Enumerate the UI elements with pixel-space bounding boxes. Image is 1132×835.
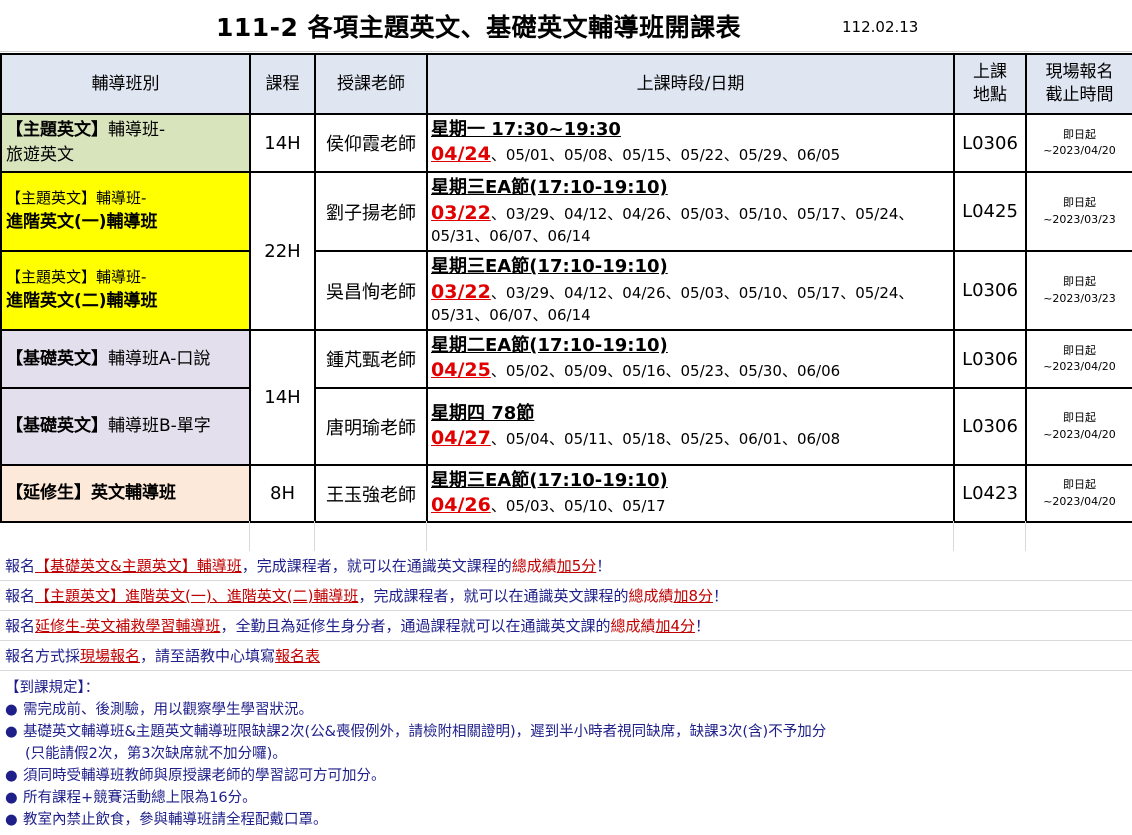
location: L0306 xyxy=(953,387,1027,466)
table-row: 【主題英文】輔導班- 進階英文(一)輔導班 22H 劉子揚老師 星期三EA節(17… xyxy=(0,171,1132,331)
deadline: 即日起 ~2023/04/20 xyxy=(1025,113,1132,173)
class-name: 【主題英文】輔導班- 進階英文(一)輔導班 xyxy=(0,171,251,252)
class-name: 【延修生】英文輔導班 xyxy=(0,464,251,523)
rule-item: ● 需完成前、後測驗，用以觀察學生學習狀況。 xyxy=(5,699,1132,721)
bullet-icon: ● xyxy=(5,768,18,784)
class-name: 【主題英文】輔導班- 旅遊英文 xyxy=(0,113,251,173)
header-location: 上課 地點 xyxy=(953,53,1027,115)
rule-item: ● 所有課程+競賽活動總上限為16分。 xyxy=(5,787,1132,809)
class-name: 【基礎英文】輔導班B-單字 xyxy=(0,387,251,466)
note-line: 報名【主題英文】進階英文(一)、進階英文(二)輔導班，完成課程者，就可以在通識英… xyxy=(0,581,1132,611)
table-row: 【主題英文】輔導班- 旅遊英文 14H 侯仰霞老師 星期一 17:30~19:30… xyxy=(0,113,1132,173)
deadline: 即日起 ~2023/04/20 xyxy=(1025,464,1132,523)
table-row: 【延修生】英文輔導班 8H 王玉強老師 星期三EA節(17:10-19:10) … xyxy=(0,464,1132,523)
table-row: 【主題英文】輔導班- 進階英文(二)輔導班 吳昌恂老師 星期三EA節(17:10-… xyxy=(0,250,1132,331)
gridline xyxy=(426,521,427,551)
schedule-cell: 星期二EA節(17:10-19:10) 04/25、05/02、05/09、05… xyxy=(426,329,955,389)
notes-section: 報名【基礎英文&主題英文】輔導班，完成課程者，就可以在通識英文課程的總成績加5分… xyxy=(0,551,1132,831)
note-line: 報名方式採現場報名，請至語教中心填寫報名表 xyxy=(0,641,1132,671)
table-row: 【基礎英文】輔導班A-口說 14H 鍾芃甄老師 星期二EA節(17:10-19:… xyxy=(0,329,1132,466)
title-bar: 111-2 各項主題英文、基礎英文輔導班開課表 112.02.13 xyxy=(0,0,1132,52)
class-name: 【主題英文】輔導班- 進階英文(二)輔導班 xyxy=(0,250,251,331)
note-line: 報名延修生-英文補救學習輔導班，全勤且為延修生身分者，通過課程就可以在通識英文課… xyxy=(0,611,1132,641)
header-schedule: 上課時段/日期 xyxy=(426,53,955,115)
teacher-name: 劉子揚老師 xyxy=(314,171,428,252)
rule-item: ● 基礎英文輔導班&主題英文輔導班限缺課2次(公&喪假例外，請檢附相關證明)，遲到… xyxy=(5,721,1132,743)
teacher-name: 吳昌恂老師 xyxy=(314,250,428,331)
rule-item: ● 教室內禁止飲食，參與輔導班請全程配戴口罩。 xyxy=(5,809,1132,831)
deadline: 即日起 ~2023/03/23 xyxy=(1025,250,1132,331)
header-class: 輔導班別 xyxy=(0,53,251,115)
schedule-table: 輔導班別 課程 授課老師 上課時段/日期 上課 地點 現場報名 截止時間 【主題英文… xyxy=(0,53,1132,523)
rule-item: ● 須同時受輔導班教師與原授課老師的學習認可方可加分。 xyxy=(5,765,1132,787)
gridline xyxy=(953,521,954,551)
bullet-icon: ● xyxy=(5,724,18,740)
bullet-icon: ● xyxy=(5,790,18,806)
teacher-name: 鍾芃甄老師 xyxy=(314,329,428,389)
course-hours: 14H xyxy=(249,113,316,173)
rule-item-continuation: (只能請假2次，第3次缺席就不加分囉)。 xyxy=(25,746,287,762)
gridline xyxy=(314,521,315,551)
bullet-icon: ● xyxy=(5,702,18,718)
location: L0425 xyxy=(953,171,1027,252)
gridline xyxy=(1025,521,1026,551)
note-line: 報名【基礎英文&主題英文】輔導班，完成課程者，就可以在通識英文課程的總成績加5分… xyxy=(0,551,1132,581)
course-hours: 14H xyxy=(249,329,316,466)
teacher-name: 王玉強老師 xyxy=(314,464,428,523)
document-date: 112.02.13 xyxy=(842,18,919,36)
location: L0306 xyxy=(953,329,1027,389)
deadline: 即日起 ~2023/04/20 xyxy=(1025,329,1132,389)
schedule-cell: 星期四 78節 04/27、05/04、05/11、05/18、05/25、06… xyxy=(426,387,955,466)
schedule-cell: 星期三EA節(17:10-19:10) 03/22、03/29、04/12、04… xyxy=(426,171,955,252)
location: L0423 xyxy=(953,464,1027,523)
page-title: 111-2 各項主題英文、基礎英文輔導班開課表 xyxy=(216,13,742,42)
bullet-icon: ● xyxy=(5,812,18,828)
teacher-name: 唐明瑜老師 xyxy=(314,387,428,466)
table-row: 【基礎英文】輔導班B-單字 唐明瑜老師 星期四 78節 04/27、05/04、… xyxy=(0,387,1132,466)
table-header-row: 輔導班別 課程 授課老師 上課時段/日期 上課 地點 現場報名 截止時間 xyxy=(0,53,1132,115)
attendance-rules: 【到課規定】： ● 需完成前、後測驗，用以觀察學生學習狀況。 ● 基礎英文輔導班&主… xyxy=(0,671,1132,831)
deadline: 即日起 ~2023/04/20 xyxy=(1025,387,1132,466)
class-name: 【基礎英文】輔導班A-口說 xyxy=(0,329,251,389)
rules-heading: 【到課規定】： xyxy=(5,680,100,696)
schedule-cell: 星期三EA節(17:10-19:10) 03/22、03/29、04/12、04… xyxy=(426,250,955,331)
location: L0306 xyxy=(953,113,1027,173)
location: L0306 xyxy=(953,250,1027,331)
header-deadline: 現場報名 截止時間 xyxy=(1025,53,1132,115)
teacher-name: 侯仰霞老師 xyxy=(314,113,428,173)
course-hours: 22H xyxy=(249,171,316,331)
course-hours: 8H xyxy=(249,464,316,523)
header-hours: 課程 xyxy=(249,53,316,115)
gridline xyxy=(249,521,250,551)
header-teacher: 授課老師 xyxy=(314,53,428,115)
deadline: 即日起 ~2023/03/23 xyxy=(1025,171,1132,252)
schedule-cell: 星期三EA節(17:10-19:10) 04/26、05/03、05/10、05… xyxy=(426,464,955,523)
schedule-cell: 星期一 17:30~19:30 04/24、05/01、05/08、05/15、… xyxy=(426,113,955,173)
